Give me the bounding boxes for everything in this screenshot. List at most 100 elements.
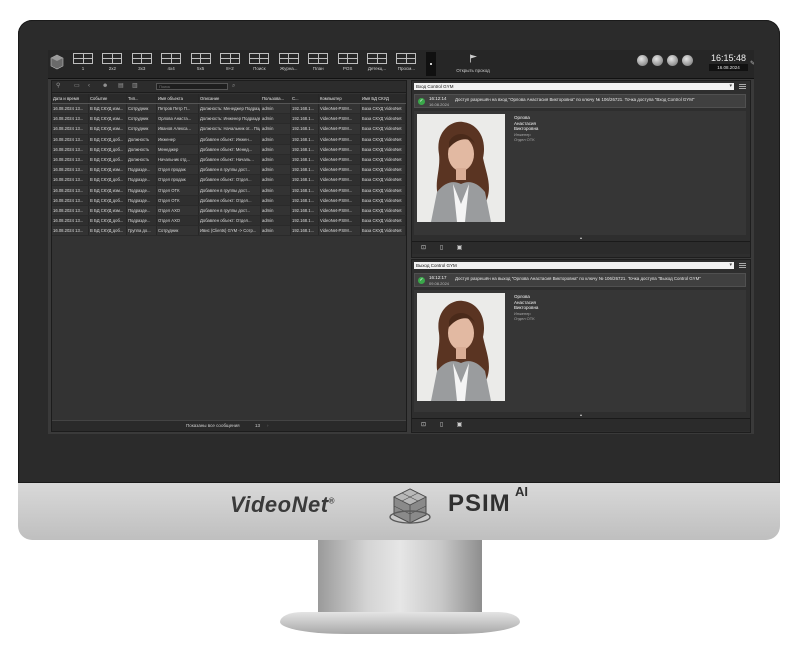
table-cell: VideoNet-PSIM... bbox=[319, 216, 361, 226]
layout-button[interactable]: Журна... bbox=[276, 53, 302, 75]
layout-button[interactable]: Поиск bbox=[246, 53, 272, 75]
table-row[interactable]: 16.08.2024 13... В БД СКУД изм... Сотрудни… bbox=[52, 114, 406, 125]
column-header[interactable]: С... bbox=[291, 94, 319, 103]
table-row[interactable]: 16.08.2024 13... В БД СКУД изм... Подразде… bbox=[52, 185, 406, 196]
event-date: 16.08.2024 bbox=[429, 102, 450, 107]
pin-icon[interactable]: ✎ bbox=[750, 60, 754, 67]
table-row[interactable]: 16.08.2024 13... В БД СКУД изм... Подразде… bbox=[52, 205, 406, 217]
status-indicators bbox=[637, 55, 705, 73]
layout-button[interactable]: План bbox=[305, 53, 331, 75]
table-cell: Отдел ОТК bbox=[157, 185, 199, 195]
table-cell: VideoNet-PSIM... bbox=[319, 104, 361, 114]
table-cell: admin bbox=[261, 195, 291, 205]
menu-icon[interactable] bbox=[738, 262, 747, 269]
event-time: 16:12:14 bbox=[429, 96, 447, 101]
access-point-select[interactable]: Выход Control GYM ▾ bbox=[414, 262, 734, 269]
table-row[interactable]: 16.08.2024 13... В БД СКУД доб... Группа д… bbox=[52, 226, 406, 237]
table-row[interactable]: 16.08.2024 13... В БД СКУД изм... Сотрудни… bbox=[52, 104, 406, 115]
table-row[interactable]: 16.08.2024 13... В БД СКУД доб... Должност… bbox=[52, 134, 406, 145]
chevron-down-icon: ▾ bbox=[729, 262, 732, 268]
table-cell: В БД СКУД изм... bbox=[89, 124, 127, 134]
layout-button[interactable]: 8+2 bbox=[217, 53, 243, 75]
journal-search-input[interactable] bbox=[156, 83, 228, 90]
lock-icon[interactable]: ⊡ bbox=[420, 245, 427, 252]
layout-button[interactable]: 5x5 bbox=[188, 53, 214, 75]
table-cell: Подразде... bbox=[127, 175, 157, 185]
table-cell: Добавлен объект: Менед... bbox=[199, 144, 261, 154]
table-cell: 192.168.1... bbox=[291, 114, 319, 124]
table-cell: Подразде... bbox=[127, 216, 157, 226]
table-cell: admin bbox=[261, 216, 291, 226]
app-logo-icon[interactable] bbox=[50, 54, 64, 72]
table-cell: VideoNet-PSIM... bbox=[319, 226, 361, 236]
brand-cube-icon bbox=[389, 488, 431, 524]
window-icon[interactable]: ▣ bbox=[456, 245, 463, 252]
table-cell: 192.168.1... bbox=[291, 124, 319, 134]
check-icon: ✓ bbox=[418, 98, 425, 105]
column-header[interactable]: Компьютер bbox=[319, 94, 361, 103]
event-journal-panel: ⚲ ▭ ‹ ☻ ▤ ▥ ⌕ Дата и времяСобытиеТип...И… bbox=[51, 80, 407, 432]
table-cell: admin bbox=[261, 114, 291, 124]
link-icon[interactable]: ⚲ bbox=[56, 83, 63, 89]
monitor-icon[interactable]: ▭ bbox=[74, 83, 81, 89]
table-cell: Сотрудник bbox=[127, 124, 157, 134]
layout-button[interactable]: 3x3 bbox=[129, 53, 155, 75]
user-status-icon[interactable] bbox=[682, 55, 693, 66]
table-row[interactable]: 16.08.2024 13... В БД СКУД доб... Должност… bbox=[52, 154, 406, 166]
layout-button[interactable]: 4x4 bbox=[158, 53, 184, 75]
column-header[interactable]: Событие bbox=[89, 94, 127, 103]
back-icon[interactable]: ‹ bbox=[88, 83, 95, 89]
chevron-right-icon[interactable]: › bbox=[267, 421, 269, 431]
table-cell: VideoNet-PSIM... bbox=[319, 134, 361, 144]
table-cell: admin bbox=[261, 165, 291, 175]
lock-icon[interactable]: ⊡ bbox=[420, 422, 427, 429]
column-header[interactable]: Имя объекта bbox=[157, 94, 199, 103]
table-cell: 192.168.1... bbox=[291, 134, 319, 144]
brand-ai-label: AI bbox=[515, 484, 528, 499]
column-header[interactable]: Имя БД СКУД bbox=[361, 94, 406, 103]
table-cell: 16.08.2024 13... bbox=[52, 104, 89, 114]
access-point-select[interactable]: Вход Control GYM ▾ bbox=[414, 83, 734, 90]
menu-icon[interactable] bbox=[738, 83, 747, 90]
layout-button[interactable]: 2x2 bbox=[99, 53, 125, 75]
table-row[interactable]: 16.08.2024 13... В БД СКУД изм... Сотрудни… bbox=[52, 124, 406, 135]
table-row[interactable]: 16.08.2024 13... В БД СКУД доб... Должност… bbox=[52, 144, 406, 155]
layout-button[interactable]: 1 bbox=[70, 53, 96, 75]
print-icon[interactable]: ▥ bbox=[132, 83, 139, 89]
journal-footer-text: Показаны все сообщения bbox=[186, 423, 240, 428]
layout-button[interactable]: Просм... bbox=[393, 53, 419, 75]
table-row[interactable]: 16.08.2024 13... В БД СКУД доб... Подразде… bbox=[52, 195, 406, 206]
window-icon[interactable]: ▣ bbox=[456, 422, 463, 429]
layout-grid-icon bbox=[249, 53, 270, 64]
collapse-arrow-icon[interactable]: ▴ bbox=[580, 412, 582, 417]
table-row[interactable]: 16.08.2024 13... В БД СКУД доб... Подразде… bbox=[52, 175, 406, 186]
door-icon[interactable]: ▯ bbox=[438, 245, 445, 252]
export-icon[interactable]: ▤ bbox=[118, 83, 125, 89]
column-header[interactable]: Дата и время bbox=[52, 94, 89, 103]
layout-button-label: 2x2 bbox=[108, 66, 117, 71]
passage-event-row[interactable]: ✓ 16:12:14 16.08.2024 Доступ разрешён на… bbox=[414, 94, 746, 108]
collapse-arrow-icon[interactable]: ▴ bbox=[580, 235, 582, 240]
camera-status-icon[interactable] bbox=[637, 55, 648, 66]
table-row[interactable]: 16.08.2024 13... В БД СКУД изм... Подразде… bbox=[52, 165, 406, 176]
search-icon[interactable]: ⌕ bbox=[232, 83, 235, 90]
users-icon[interactable]: ☻ bbox=[102, 83, 109, 89]
column-header[interactable]: Описание bbox=[199, 94, 261, 103]
column-header[interactable]: Пользова... bbox=[261, 94, 291, 103]
door-icon[interactable]: ▯ bbox=[438, 422, 445, 429]
access-status-icon[interactable] bbox=[667, 55, 678, 66]
table-cell: Добавлен в группы дост... bbox=[199, 185, 261, 195]
table-row[interactable]: 16.08.2024 13... В БД СКУД доб... Подразде… bbox=[52, 216, 406, 227]
table-cell: VideoNet-PSIM... bbox=[319, 124, 361, 134]
event-description: Доступ разрешён на выход "Орлова Анастас… bbox=[455, 276, 701, 281]
table-cell: 16.08.2024 13... bbox=[52, 226, 89, 236]
server-status-icon[interactable] bbox=[652, 55, 663, 66]
column-header[interactable]: Тип... bbox=[127, 94, 157, 103]
layout-button[interactable]: POS bbox=[335, 53, 361, 75]
app-screen: 1 2x2 3x3 4x4 5x5 8+2 Поиск Журна... План POS Дете… bbox=[48, 50, 754, 434]
passage-event-row[interactable]: ✓ 16:12:17 09.08.2024 Доступ разрешён на… bbox=[414, 273, 746, 287]
open-passage-button[interactable]: Открыть проход bbox=[443, 54, 503, 76]
table-cell: admin bbox=[261, 175, 291, 185]
layout-button[interactable]: Детекц... bbox=[364, 53, 390, 75]
toolbar-collapse-dot[interactable] bbox=[430, 63, 432, 65]
